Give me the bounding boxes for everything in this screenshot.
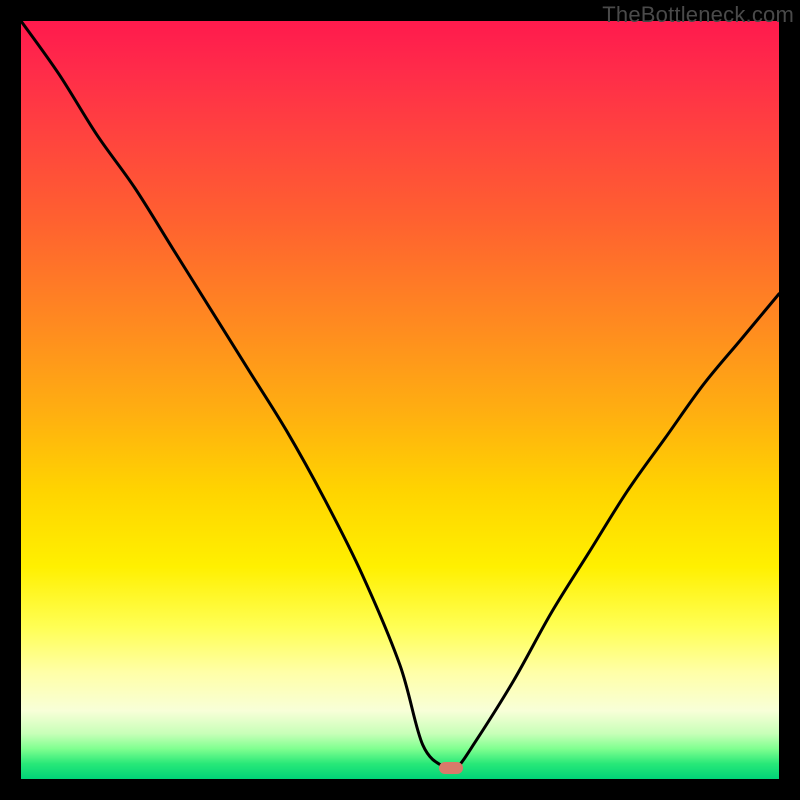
optimal-marker (439, 762, 463, 774)
bottleneck-curve (21, 21, 779, 779)
plot-area (21, 21, 779, 779)
chart-frame: TheBottleneck.com (0, 0, 800, 800)
